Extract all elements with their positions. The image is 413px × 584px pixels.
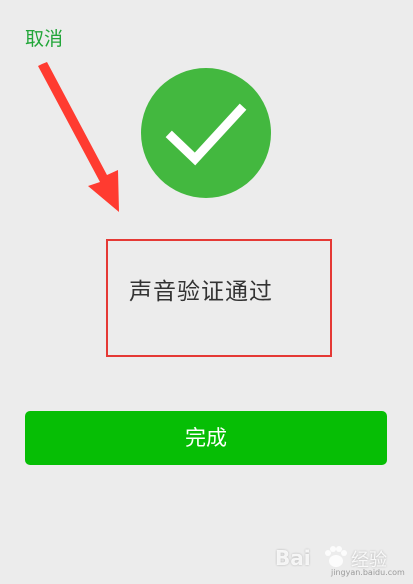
watermark-url: jingyan.baidu.com — [331, 568, 405, 577]
baidu-jingyan-watermark: Bai 经验 jingyan.baidu.com — [275, 538, 405, 578]
checkmark-icon — [165, 103, 247, 166]
voice-verification-result-screen: 取消 声音验证通过 完成 Bai 经验 jingyan.baidu.com — [0, 0, 413, 584]
verification-status-message: 声音验证通过 — [129, 279, 273, 305]
cancel-link[interactable]: 取消 — [25, 26, 63, 52]
success-badge — [141, 68, 271, 198]
done-button[interactable]: 完成 — [25, 411, 387, 465]
watermark-brand: Bai — [275, 546, 311, 570]
paw-icon — [325, 546, 347, 567]
